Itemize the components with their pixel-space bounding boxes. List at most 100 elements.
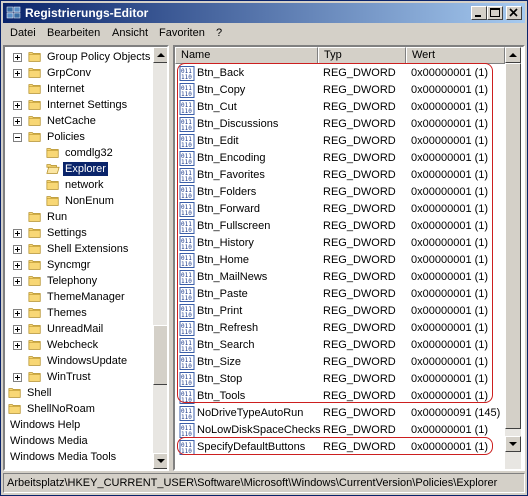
tree-item[interactable]: Syncmgr [5,257,153,273]
value-row[interactable]: 011 110 Btn_Search REG_DWORD 0x00000001 (1) [175,337,505,354]
tree-scroll-thumb[interactable] [153,325,167,385]
tree-item[interactable]: ThemeManager [5,289,153,305]
tree-item[interactable]: Windows Media [5,433,153,449]
value-row[interactable]: 011 110 Btn_Forward REG_DWORD 0x00000001 (1) [175,201,505,218]
expand-icon[interactable] [13,341,22,350]
tree-item[interactable]: Windows Help [5,417,153,433]
tree-item[interactable]: GrpConv [5,65,153,81]
expand-icon[interactable] [13,69,22,78]
value-row[interactable]: 011 110 Btn_Encoding REG_DWORD 0x00000001 (1… [175,150,505,167]
expand-icon[interactable] [13,277,22,286]
tree-item[interactable]: UnreadMail [5,321,153,337]
reg-dword-icon: 011110 [179,406,195,421]
value-row[interactable]: 011 110 NoDriveTypeAutoRun REG_DWORD 0x00000… [175,405,505,422]
tree-item[interactable]: Shell [5,385,153,401]
tree-item[interactable]: Explorer [5,161,153,177]
reg-dword-icon: 011110 [179,202,195,217]
expand-icon[interactable] [13,53,22,62]
value-row[interactable]: 011 110 NoLowDiskSpaceChecks REG_DWORD 0x000… [175,422,505,439]
value-row[interactable]: 011 110 Btn_Size REG_DWORD 0x00000001 (1) [175,354,505,371]
maximize-icon [490,8,500,17]
value-data: 0x00000001 (1) [411,101,489,113]
list-vertical-scrollbar[interactable] [505,47,521,469]
tree-item[interactable]: Settings [5,225,153,241]
folder-icon [28,276,41,286]
tree-item[interactable]: Group Policy Objects [5,49,153,65]
expand-icon[interactable] [13,309,22,318]
tree-item[interactable]: Windows Media Tools [5,449,153,465]
list-scroll-down-button[interactable] [505,436,521,452]
tree-item[interactable]: NetCache [5,113,153,129]
value-row[interactable]: 011 110 Btn_Folders REG_DWORD 0x00000001 (1) [175,184,505,201]
title-bar[interactable]: Registrierungs-Editor [3,3,525,23]
value-row[interactable]: 011 110 Btn_Favorites REG_DWORD 0x00000001 (… [175,167,505,184]
value-type: REG_DWORD [323,186,396,198]
value-row[interactable]: 011 110 Btn_Copy REG_DWORD 0x00000001 (1) [175,82,505,99]
tree-item[interactable]: Themes [5,305,153,321]
value-row[interactable]: 011 110 Btn_Home REG_DWORD 0x00000001 (1) [175,252,505,269]
menu-bar: Datei Bearbeiten Ansicht Favoriten ? [3,25,525,43]
value-row[interactable]: 011 110 Btn_MailNews REG_DWORD 0x00000001 (1… [175,269,505,286]
folder-icon [28,340,41,350]
tree-item-label: Group Policy Objects [47,51,151,63]
tree-vertical-scrollbar[interactable] [153,47,167,469]
expand-icon[interactable] [13,229,22,238]
column-header-value[interactable]: Wert [406,47,505,64]
value-type: REG_DWORD [323,339,396,351]
value-row[interactable]: 011 110 Btn_Fullscreen REG_DWORD 0x00000001 … [175,218,505,235]
folder-icon [28,244,41,254]
tree-item[interactable]: network [5,177,153,193]
value-name: Btn_Refresh [197,322,259,334]
value-row[interactable]: 011 110 Btn_Paste REG_DWORD 0x00000001 (1) [175,286,505,303]
list-scroll-thumb[interactable] [505,63,521,429]
value-row[interactable]: 011 110 Btn_Cut REG_DWORD 0x00000001 (1) [175,99,505,116]
column-header-name[interactable]: Name [175,47,318,64]
expand-icon[interactable] [13,325,22,334]
tree-item[interactable]: ShellNoRoam [5,401,153,417]
tree-item[interactable]: Run [5,209,153,225]
tree-scroll-up-button[interactable] [153,47,167,63]
column-header-type[interactable]: Typ [318,47,406,64]
minimize-button[interactable] [471,6,487,20]
close-button[interactable] [506,6,522,20]
tree-item[interactable]: Internet [5,81,153,97]
value-row[interactable]: 011 110 Btn_Edit REG_DWORD 0x00000001 (1) [175,133,505,150]
folder-icon [28,212,41,222]
expand-icon[interactable] [13,261,22,270]
expand-icon[interactable] [13,373,22,382]
list-scroll-up-button[interactable] [505,47,521,63]
svg-text:110: 110 [181,210,192,217]
tree-item-label: comdlg32 [65,147,113,159]
menu-favoriten[interactable]: Favoriten [159,27,205,39]
value-row[interactable]: 011 110 SpecifyDefaultButtons REG_DWORD 0x00… [175,439,505,456]
tree-item[interactable]: Telephony [5,273,153,289]
tree-item[interactable]: Webcheck [5,337,153,353]
svg-text:110: 110 [181,108,192,115]
tree-item[interactable]: Policies [5,129,153,145]
tree-item[interactable]: Internet Settings [5,97,153,113]
folder-icon [28,84,41,94]
tree-item[interactable]: Shell Extensions [5,241,153,257]
value-row[interactable]: 011 110 Btn_Back REG_DWORD 0x00000001 (1) [175,65,505,82]
menu-ansicht[interactable]: Ansicht [112,27,148,39]
tree-item[interactable]: WinTrust [5,369,153,385]
tree-item[interactable]: WindowsUpdate [5,353,153,369]
tree-scroll-down-button[interactable] [153,453,167,469]
value-row[interactable]: 011 110 Btn_Discussions REG_DWORD 0x00000001… [175,116,505,133]
menu-bearbeiten[interactable]: Bearbeiten [47,27,100,39]
tree-item[interactable]: NonEnum [5,193,153,209]
maximize-button[interactable] [487,6,503,20]
value-row[interactable]: 011 110 Btn_Stop REG_DWORD 0x00000001 (1) [175,371,505,388]
svg-text:110: 110 [181,295,192,302]
collapse-icon[interactable] [13,133,22,142]
expand-icon[interactable] [13,101,22,110]
menu-datei[interactable]: Datei [10,27,36,39]
value-row[interactable]: 011 110 Btn_Refresh REG_DWORD 0x00000001 (1) [175,320,505,337]
expand-icon[interactable] [13,117,22,126]
tree-item[interactable]: comdlg32 [5,145,153,161]
menu-help[interactable]: ? [216,27,222,39]
value-row[interactable]: 011 110 Btn_Print REG_DWORD 0x00000001 (1) [175,303,505,320]
expand-icon[interactable] [13,245,22,254]
value-row[interactable]: 011 110 Btn_History REG_DWORD 0x00000001 (1) [175,235,505,252]
value-row[interactable]: 011 110 Btn_Tools REG_DWORD 0x00000001 (1) [175,388,505,405]
